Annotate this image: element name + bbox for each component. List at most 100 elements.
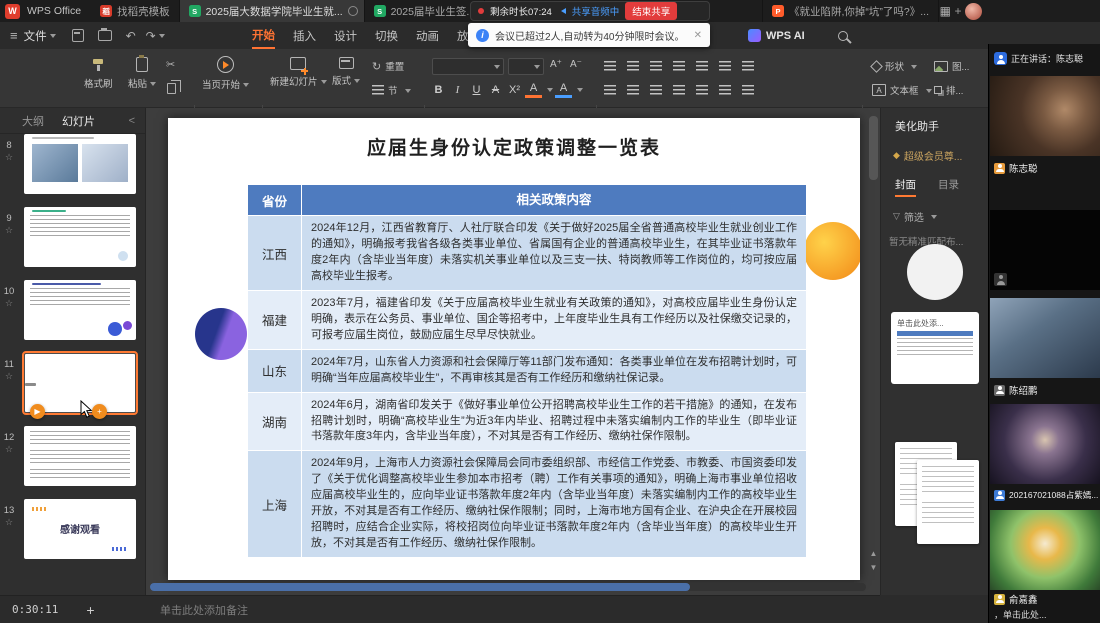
align-justify-icon[interactable] <box>673 85 685 95</box>
wps-ai-button[interactable]: WPS AI <box>748 22 805 49</box>
button-label: 版式 <box>332 73 351 87</box>
wps-logo-icon: W <box>5 4 20 19</box>
print-icon[interactable] <box>98 30 112 41</box>
collapse-panel-icon[interactable]: < <box>129 115 135 127</box>
paste-button[interactable]: 粘贴 <box>128 57 156 90</box>
section-button[interactable]: 节 <box>372 83 411 97</box>
numbered-list-icon[interactable] <box>627 61 639 71</box>
slide-number: 9 <box>2 213 16 224</box>
align-left-icon[interactable] <box>604 85 616 95</box>
bullet-list-icon[interactable] <box>604 61 616 71</box>
slide-thumbnail-8[interactable] <box>24 134 136 194</box>
increase-font-button[interactable]: A⁺ <box>550 59 562 70</box>
card-decoration <box>897 331 973 336</box>
italic-button[interactable]: I <box>449 81 466 98</box>
arrange-button[interactable]: 排... <box>934 83 963 97</box>
participant-video[interactable] <box>990 210 1100 290</box>
current-slide-canvas[interactable]: 应届生身份认定政策调整一览表 省份 相关政策内容 江西 2024年12月，江西省… <box>168 118 860 580</box>
slide-thumbnail-13[interactable]: 感谢观看 <box>24 499 136 559</box>
new-slide-button[interactable]: 新建幻灯片 <box>270 57 327 88</box>
textbox-button[interactable]: A 文本框 <box>872 83 932 97</box>
file-menu[interactable]: 文件 <box>24 28 47 44</box>
shrink-text-icon[interactable] <box>719 85 731 95</box>
slide-layout-button[interactable]: 版式 <box>332 57 360 87</box>
play-from-slide-button[interactable]: ▶ <box>30 404 45 419</box>
scroll-down-button[interactable]: ▼ <box>868 562 879 573</box>
font-size-select[interactable] <box>508 58 544 75</box>
participant-video[interactable] <box>990 404 1100 484</box>
distribute-text-icon[interactable] <box>696 85 708 95</box>
slide-thumbnail-12[interactable] <box>24 426 136 486</box>
end-share-button[interactable]: 结束共享 <box>625 2 677 20</box>
format-painter-button[interactable]: 格式刷 <box>84 57 113 90</box>
search-icon[interactable] <box>838 31 848 41</box>
empty-state-illustration <box>907 244 963 300</box>
play-from-current-button[interactable]: 当页开始 <box>202 56 249 91</box>
layout-suggestion-page[interactable] <box>917 460 979 544</box>
account-avatar[interactable] <box>965 3 982 20</box>
decrease-font-button[interactable]: A⁻ <box>570 59 582 70</box>
layout-suggestion-card[interactable]: 单击此处添... <box>891 312 979 384</box>
tab-home[interactable]: 开始 <box>252 22 275 49</box>
text-direction-icon[interactable] <box>742 61 754 71</box>
tab-outline[interactable]: 大纲 <box>22 113 44 129</box>
cut-button[interactable]: ✂ <box>166 58 175 71</box>
tab-cover[interactable]: 封面 <box>895 177 916 197</box>
tab-other-presentation[interactable]: S 2025届毕业生签... <box>365 0 486 22</box>
indent-increase-icon[interactable] <box>673 61 685 71</box>
vertical-scrollbar[interactable] <box>869 116 878 556</box>
hamburger-menu-icon[interactable]: ≡ <box>10 28 18 43</box>
tab-design[interactable]: 设计 <box>334 22 357 49</box>
filter-button[interactable]: ▽ 筛选 <box>893 209 988 224</box>
tab-toc[interactable]: 目录 <box>938 177 959 197</box>
copy-button[interactable] <box>167 83 176 94</box>
tab-insert[interactable]: 插入 <box>293 22 316 49</box>
participant-badge-icon <box>994 594 1005 605</box>
indent-decrease-icon[interactable] <box>650 61 662 71</box>
add-slide-button[interactable]: + <box>86 602 94 618</box>
horizontal-scrollbar[interactable] <box>150 583 866 591</box>
slide-thumbnail-9[interactable] <box>24 207 136 267</box>
insert-slide-button[interactable]: + <box>92 404 107 419</box>
arrange-icon <box>934 86 942 94</box>
participant-video[interactable] <box>990 76 1100 156</box>
underline-button[interactable]: U <box>468 81 485 98</box>
participant-video[interactable] <box>990 510 1100 590</box>
reset-button[interactable]: ↻ 重置 <box>372 59 404 73</box>
slide-thumbnail-10[interactable] <box>24 280 136 340</box>
save-icon[interactable] <box>72 29 84 42</box>
tab-slides[interactable]: 幻灯片 <box>62 113 95 129</box>
vip-promo[interactable]: ◆ 超级会员尊... <box>893 148 988 163</box>
tab-current-presentation[interactable]: S 2025届大数据学院毕业生就... <box>180 0 365 22</box>
font-color-button[interactable]: A <box>525 81 542 98</box>
bold-button[interactable]: B <box>430 81 447 98</box>
picture-button[interactable]: 图... <box>934 59 969 73</box>
tab-pdf-document[interactable]: P 《就业陷阱,你掉“坑”了吗?》... <box>762 0 939 22</box>
participant-name-row: 俞嘉鑫 <box>994 592 1098 606</box>
tab-transition[interactable]: 切换 <box>375 22 398 49</box>
tab-docer-templates[interactable]: 稻 找稻壳模板 <box>91 0 180 22</box>
reset-icon: ↻ <box>372 60 381 73</box>
redo-icon[interactable]: ↷ <box>146 29 156 43</box>
sync-status-icon <box>348 6 358 16</box>
participant-video[interactable] <box>990 298 1100 378</box>
banner-close-icon[interactable]: ✕ <box>694 30 702 41</box>
tab-label: 2025届毕业生签... <box>391 4 476 19</box>
shapes-button[interactable]: 形状 <box>872 59 917 73</box>
apps-grid-icon[interactable]: ▦ <box>940 4 951 18</box>
undo-icon[interactable]: ↶ <box>126 29 136 43</box>
strikethrough-button[interactable]: A <box>487 81 504 98</box>
line-spacing-icon[interactable] <box>696 61 708 71</box>
columns-icon[interactable] <box>719 61 731 71</box>
slide-title: 应届生身份认定政策调整一览表 <box>168 133 860 160</box>
highlight-color-button[interactable]: A <box>555 81 572 98</box>
align-center-icon[interactable] <box>627 85 639 95</box>
notes-bar[interactable]: 单击此处添加备注 <box>146 595 880 623</box>
paragraph-settings-icon[interactable] <box>742 85 754 95</box>
align-right-icon[interactable] <box>650 85 662 95</box>
scroll-up-button[interactable]: ▲ <box>868 548 879 559</box>
cell-province: 山东 <box>248 350 302 392</box>
font-family-select[interactable] <box>432 58 504 75</box>
superscript-button[interactable]: X² <box>506 81 523 98</box>
tab-animation[interactable]: 动画 <box>416 22 439 49</box>
